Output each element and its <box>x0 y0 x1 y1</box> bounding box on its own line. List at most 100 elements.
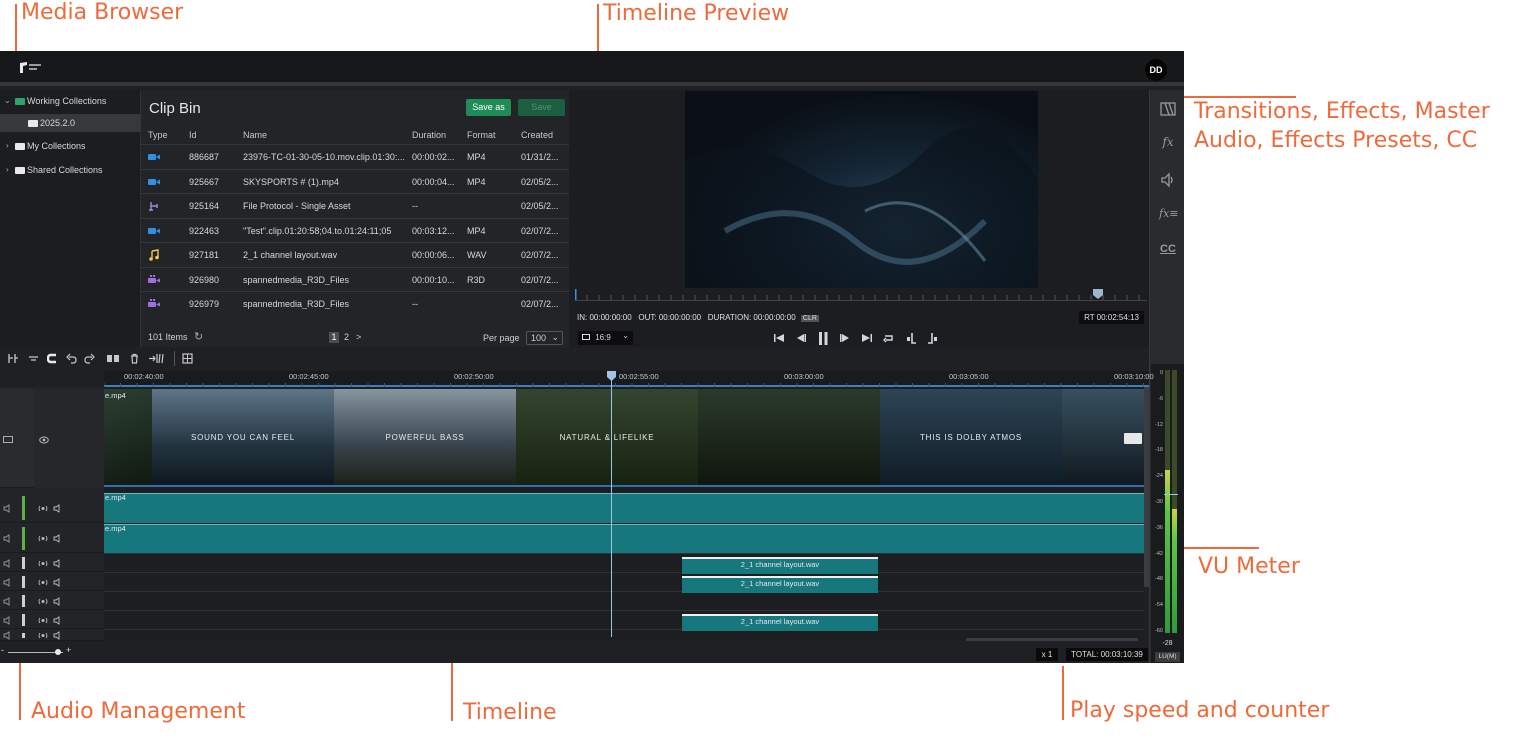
snap-icon[interactable] <box>8 353 19 364</box>
stereo-icon[interactable] <box>38 578 48 587</box>
speaker-icon[interactable] <box>3 503 13 513</box>
next-page-button[interactable]: > <box>356 332 361 342</box>
speaker-icon[interactable] <box>53 615 63 625</box>
audio-clip-wav-3[interactable]: 2_1 channel layout.wav <box>682 614 878 631</box>
page-1-button[interactable]: 1 <box>329 332 339 343</box>
audio-clip-2[interactable]: e.mp4 <box>104 524 1144 553</box>
clip-bin-row[interactable]: 922463 "Test".clip.01:20:58;04.to.01:24:1… <box>141 217 569 243</box>
effects-icon[interactable]: fx <box>1159 135 1177 153</box>
stereo-icon[interactable] <box>38 616 48 625</box>
speaker-icon[interactable] <box>3 631 13 640</box>
speaker-icon[interactable] <box>53 558 63 568</box>
preview-scrubber[interactable] <box>575 289 1147 301</box>
video-clip-name: e.mp4 <box>105 391 126 400</box>
zoom-in-button[interactable]: + <box>66 645 71 655</box>
speaker-icon[interactable] <box>3 534 13 543</box>
column-header-name[interactable]: Name <box>243 130 267 140</box>
go-to-end-icon[interactable] <box>860 331 874 345</box>
clip-bin-row[interactable]: 927181 2_1 channel layout.wav 00:00:06... W… <box>141 242 569 267</box>
undo-icon[interactable] <box>66 353 77 364</box>
master-audio-icon[interactable] <box>1159 171 1177 189</box>
audio-clip-wav-1[interactable]: 2_1 channel layout.wav <box>682 557 878 574</box>
video-thumbnail <box>698 389 880 485</box>
clip-bin-row[interactable]: 925164 File Protocol - Single Asset -- 02/0… <box>141 193 569 218</box>
go-to-start-icon[interactable] <box>772 331 786 345</box>
zoom-out-button[interactable]: - <box>1 645 4 655</box>
insert-icon[interactable] <box>148 353 165 364</box>
collection-2025-2-0[interactable]: 2025.2.0 <box>0 114 141 132</box>
speaker-icon[interactable] <box>3 615 13 625</box>
grid-icon[interactable] <box>182 353 193 364</box>
clip-bin-row[interactable]: 926979 spannedmedia_R3D_Files -- 02/07/2... <box>141 291 569 316</box>
clip-duration: 00:03:12... <box>412 225 455 236</box>
collection-shared[interactable]: › Shared Collections <box>0 161 141 179</box>
refresh-icon[interactable]: ↻ <box>194 330 203 343</box>
column-header-duration[interactable]: Duration <box>412 130 446 140</box>
effects-presets-icon[interactable]: fx≡ <box>1159 207 1179 225</box>
collection-working[interactable]: ⌄ Working Collections <box>0 92 141 110</box>
playhead[interactable] <box>611 371 612 637</box>
mark-out-icon[interactable] <box>926 331 940 345</box>
stereo-icon[interactable] <box>38 631 48 640</box>
clip-bin-title: Clip Bin <box>149 100 201 117</box>
user-avatar[interactable]: DD <box>1145 59 1167 81</box>
column-header-id[interactable]: Id <box>189 130 197 140</box>
audio-clip-wav-2[interactable]: 2_1 channel layout.wav <box>682 576 878 593</box>
stereo-icon[interactable] <box>38 559 48 568</box>
clip-bin-row[interactable]: 886687 23976-TC-01-30-05-10.mov.clip.01:3… <box>141 144 569 169</box>
ripple-icon[interactable] <box>28 353 39 364</box>
chevron-right-icon[interactable]: › <box>6 137 9 155</box>
column-header-format[interactable]: Format <box>467 130 496 140</box>
closed-captions-icon[interactable]: CC <box>1159 243 1177 261</box>
save-as-button[interactable]: Save as <box>466 99 511 116</box>
audio-clip-1[interactable]: e.mp4 <box>104 493 1144 523</box>
clear-button[interactable]: CLR <box>800 315 819 322</box>
step-forward-icon[interactable] <box>838 331 852 345</box>
loop-icon[interactable] <box>882 331 896 345</box>
pause-icon[interactable] <box>816 331 830 345</box>
magnet-icon[interactable] <box>47 353 58 364</box>
save-button[interactable]: Save <box>518 99 565 116</box>
column-header-created[interactable]: Created <box>521 130 553 140</box>
speaker-icon[interactable] <box>53 631 63 640</box>
preview-video[interactable] <box>685 91 1038 288</box>
mark-in-icon[interactable] <box>904 331 918 345</box>
speaker-icon[interactable] <box>3 577 13 587</box>
eye-icon[interactable] <box>39 436 49 444</box>
aspect-ratio-icon <box>582 334 590 340</box>
clip-bin-row[interactable]: 926980 spannedmedia_R3D_Files 00:00:10... R… <box>141 266 569 292</box>
out-timecode: OUT: 00:00:00:00 <box>638 313 702 322</box>
page-2-button[interactable]: 2 <box>344 332 349 342</box>
redo-icon[interactable] <box>84 353 95 364</box>
split-icon[interactable] <box>106 353 120 364</box>
speaker-icon[interactable] <box>53 577 63 587</box>
clip-bin-row[interactable]: 925667 SKYSPORTS # (1).mp4 00:00:04... MP4 0… <box>141 168 569 194</box>
speaker-icon[interactable] <box>53 596 63 606</box>
speaker-icon[interactable] <box>53 503 63 513</box>
aspect-ratio-select[interactable]: 16:9 ⌄ <box>578 331 633 345</box>
speaker-icon[interactable] <box>53 534 63 543</box>
transitions-icon[interactable] <box>1159 100 1177 118</box>
collection-my[interactable]: › My Collections <box>0 137 141 155</box>
step-back-icon[interactable] <box>794 331 808 345</box>
clip-format: MP4 <box>467 152 486 162</box>
delete-icon[interactable] <box>129 353 140 364</box>
play-speed-indicator[interactable]: x 1 <box>1036 648 1058 661</box>
video-clip[interactable]: SOUND YOU CAN FEEL POWERFUL BASS NATURAL &… <box>104 389 1144 487</box>
speaker-icon[interactable] <box>3 558 13 568</box>
video-thumbnail: POWERFUL BASS <box>334 389 516 485</box>
chevron-right-icon[interactable]: › <box>6 161 9 179</box>
stereo-icon[interactable] <box>38 597 48 606</box>
column-header-type[interactable]: Type <box>148 130 168 140</box>
per-page-select[interactable]: 100 ⌄ <box>526 331 563 345</box>
stereo-icon[interactable] <box>38 534 48 543</box>
collection-label: Shared Collections <box>27 165 103 175</box>
chevron-down-icon[interactable]: ⌄ <box>4 92 11 110</box>
speaker-icon[interactable] <box>3 596 13 606</box>
vu-reading: -28 <box>1162 640 1173 647</box>
monitor-icon[interactable] <box>3 436 13 444</box>
timeline-ruler[interactable]: 00:02:40:00 00:02:45:00 00:02:50:00 00:02:5… <box>104 371 1154 387</box>
timeline-vertical-scrollbar[interactable] <box>1144 387 1149 587</box>
zoom-slider-knob[interactable] <box>55 649 61 655</box>
stereo-icon[interactable] <box>38 504 48 513</box>
